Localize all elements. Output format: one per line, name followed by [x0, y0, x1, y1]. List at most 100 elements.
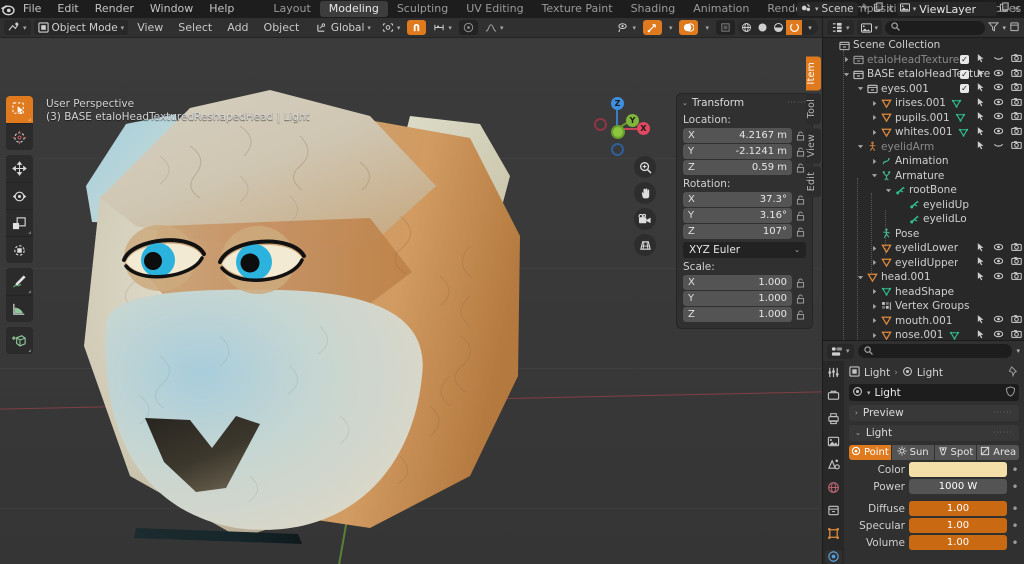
light-panel-header[interactable]: ⌄ Light ⋯⋯ [849, 425, 1019, 441]
viewport-menu-object[interactable]: Object [258, 18, 306, 38]
shading-wireframe-button[interactable] [738, 20, 754, 35]
animate-property-dot-icon[interactable]: • [1011, 537, 1019, 549]
scene-selector[interactable]: ▾ Scene [797, 2, 858, 16]
disclosure-triangle-icon[interactable] [869, 114, 879, 121]
properties-tab-render[interactable] [825, 388, 842, 402]
restrict-eye-icon[interactable] [993, 242, 1004, 255]
viewport-3d[interactable]: User Perspective (3) BASE etaloHeadTextu… [0, 38, 822, 564]
properties-tab-tool[interactable] [825, 365, 842, 379]
menu-window[interactable]: Window [142, 0, 201, 18]
light-specular-field[interactable]: 1.00 [909, 518, 1007, 533]
zoom-icon[interactable] [634, 156, 656, 178]
disclosure-triangle-icon[interactable] [869, 172, 879, 179]
restrict-eye-icon[interactable] [993, 111, 1004, 124]
light-type-sun[interactable]: Sun [891, 445, 934, 460]
viewport-menu-add[interactable]: Add [221, 18, 254, 38]
new-scene-icon[interactable] [873, 2, 884, 16]
workspace-tab-modeling[interactable]: Modeling [319, 1, 388, 17]
overlays-settings-button[interactable]: ▾ [701, 20, 713, 35]
animate-property-dot-icon[interactable]: • [1011, 503, 1019, 515]
remove-scene-icon[interactable]: ✕ [886, 3, 895, 16]
restrict-render-icon[interactable] [1011, 271, 1022, 284]
light-diffuse-field[interactable]: 1.00 [909, 501, 1007, 516]
new-view-layer-icon[interactable] [999, 2, 1010, 16]
restrict-select-icon[interactable] [976, 97, 986, 110]
disclosure-triangle-icon[interactable] [869, 303, 879, 310]
sidebar-tab-view[interactable]: View [806, 127, 821, 164]
shading-solid-button[interactable] [754, 20, 770, 35]
proportional-edit-button[interactable] [458, 20, 478, 35]
restrict-render-icon[interactable] [1011, 314, 1022, 327]
properties-search-input[interactable] [857, 344, 1013, 358]
restrict-select-icon[interactable] [976, 53, 986, 66]
restrict-render-icon[interactable] [1011, 111, 1022, 124]
outliner-row-scene-collection[interactable]: Scene Collection [823, 38, 1024, 53]
outliner-row-headshape[interactable]: headShape [823, 285, 1024, 300]
blender-logo-icon[interactable] [0, 3, 15, 16]
disclosure-triangle-icon[interactable] [855, 143, 865, 150]
light-color-swatch[interactable] [909, 462, 1007, 477]
properties-tab-object-data[interactable] [825, 549, 842, 564]
tool-annotate[interactable] [6, 268, 33, 295]
animate-property-dot-icon[interactable]: • [1011, 464, 1019, 476]
workspace-tab-texture-paint[interactable]: Texture Paint [533, 1, 622, 17]
properties-tab-collection[interactable] [825, 504, 842, 518]
outliner-checkbox[interactable]: ✓ [960, 69, 969, 79]
lock-icon[interactable] [795, 193, 806, 206]
sidebar-tab-edit[interactable]: Edit [806, 166, 821, 198]
editor-type-button[interactable]: ▾ [4, 20, 31, 35]
workspace-tab-uv-editing[interactable]: UV Editing [457, 1, 532, 17]
tool-cursor[interactable] [6, 123, 33, 150]
restrict-select-icon[interactable] [976, 68, 986, 81]
outliner-checkbox[interactable]: ✓ [960, 55, 969, 65]
gizmo-axis-x[interactable]: X [637, 122, 650, 135]
tool-add-cube[interactable] [6, 327, 33, 354]
disclosure-triangle-icon[interactable] [855, 85, 865, 92]
outliner-row-eyes-001[interactable]: eyes.001 ✓ [823, 82, 1024, 97]
outliner-row-rootbone[interactable]: rootBone [823, 183, 1024, 198]
workspace-tab-layout[interactable]: Layout [264, 1, 319, 17]
scale-y-field[interactable]: Y 1.000 [683, 291, 792, 306]
light-type-area[interactable]: Area [977, 445, 1019, 460]
properties-tab-view-layer[interactable] [825, 434, 842, 448]
restrict-eye-icon[interactable] [993, 97, 1004, 110]
outliner-row-etaloheadtextured[interactable]: etaloHeadTextured ✓ [823, 53, 1024, 68]
rotation-mode-select[interactable]: XYZ Euler ⌄ [683, 242, 806, 258]
properties-editor-type-button[interactable]: ▾ [827, 343, 854, 359]
disclosure-triangle-icon[interactable] [841, 71, 851, 78]
shading-caret-icon[interactable]: ▾ [802, 20, 818, 35]
visibility-selector[interactable]: ▾ [613, 20, 640, 35]
tool-tweak-select[interactable] [6, 96, 33, 123]
xray-toggle-button[interactable] [716, 20, 735, 35]
scale-x-field[interactable]: X 1.000 [683, 275, 792, 290]
preview-panel-header[interactable]: › Preview ⋯⋯ [849, 405, 1019, 421]
snap-toggle-button[interactable] [407, 20, 427, 35]
outliner-search-input[interactable] [885, 20, 986, 35]
disclosure-triangle-icon[interactable] [869, 158, 879, 165]
restrict-select-icon[interactable] [976, 242, 986, 255]
sidebar-tab-tool[interactable]: Tool [806, 93, 821, 125]
gizmo-axis-y[interactable]: Y [626, 114, 639, 127]
restrict-render-icon[interactable] [1011, 242, 1022, 255]
disclosure-triangle-icon[interactable] [869, 317, 879, 324]
animate-property-dot-icon[interactable]: • [1011, 481, 1019, 493]
tool-move[interactable] [6, 155, 33, 182]
location-y-field[interactable]: Y -2.1241 m [683, 144, 792, 159]
outliner-checkbox[interactable]: ✓ [960, 84, 969, 94]
restrict-hide-closed-icon[interactable] [993, 140, 1004, 153]
restrict-select-icon[interactable] [976, 271, 986, 284]
light-type-point[interactable]: Point [849, 445, 891, 460]
outliner-row-eyelidupper[interactable]: eyelidUpper [823, 256, 1024, 271]
location-z-field[interactable]: Z 0.59 m [683, 160, 792, 175]
restrict-eye-icon[interactable] [993, 271, 1004, 284]
lock-icon[interactable] [795, 129, 806, 142]
outliner-row-armature[interactable]: Armature [823, 169, 1024, 184]
lock-icon[interactable] [795, 292, 806, 305]
sidebar-tab-item[interactable]: Item [806, 56, 821, 91]
fake-user-shield-icon[interactable] [1005, 385, 1016, 400]
disclosure-triangle-icon[interactable] [869, 288, 879, 295]
transform-orientation-selector[interactable]: Global ▾ [312, 20, 375, 35]
restrict-render-icon[interactable] [1011, 256, 1022, 269]
restrict-eye-icon[interactable] [993, 314, 1004, 327]
tool-rotate[interactable] [6, 182, 33, 209]
